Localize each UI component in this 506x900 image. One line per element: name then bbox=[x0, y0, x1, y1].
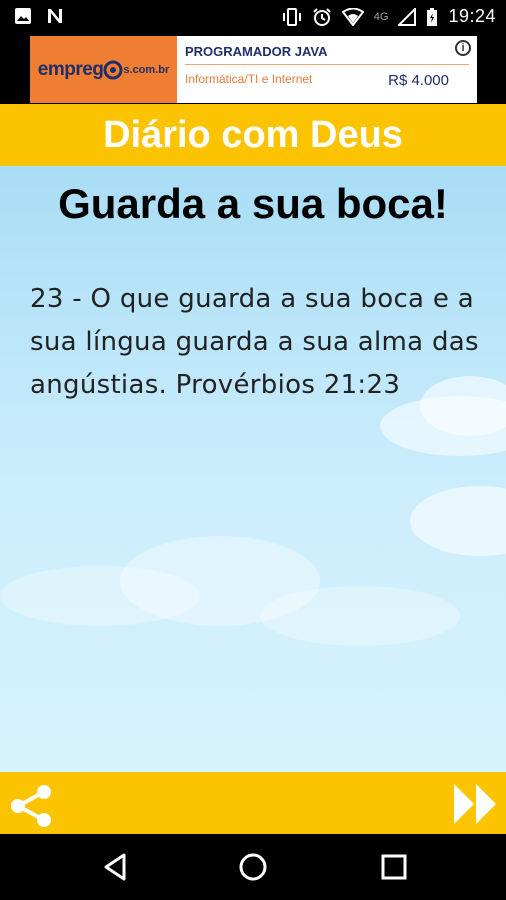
app-header: Diário com Deus bbox=[0, 104, 506, 166]
ad-banner[interactable]: empreg s.com.br PROGRAMADOR JAVA Informá… bbox=[0, 34, 506, 104]
verse-text: 23 - O que guarda a sua boca e a sua lín… bbox=[30, 284, 479, 400]
devotional-title: Guarda a sua boca! bbox=[58, 180, 448, 227]
back-icon[interactable] bbox=[100, 851, 132, 883]
network-type-label: 4G bbox=[373, 10, 389, 23]
share-icon[interactable] bbox=[8, 784, 56, 828]
vibrate-icon bbox=[282, 7, 301, 26]
cloud-decoration bbox=[260, 586, 460, 646]
battery-icon bbox=[427, 7, 438, 26]
fast-forward-icon[interactable] bbox=[452, 782, 500, 826]
system-nav-bar bbox=[0, 834, 506, 900]
ad-divider bbox=[185, 64, 469, 65]
ad-info-icon[interactable]: i bbox=[455, 40, 471, 56]
devotional-content: Guarda a sua boca! 23 - O que guarda a s… bbox=[0, 166, 506, 772]
image-icon bbox=[15, 8, 31, 24]
home-icon[interactable] bbox=[237, 851, 269, 883]
ad-logo[interactable]: empreg s.com.br bbox=[30, 36, 177, 103]
action-bar bbox=[0, 772, 506, 834]
wifi-icon bbox=[341, 7, 364, 26]
recents-icon[interactable] bbox=[378, 851, 410, 883]
ad-price: R$ 4.000 bbox=[388, 72, 449, 89]
app-title: Diário com Deus bbox=[103, 113, 403, 156]
signal-icon bbox=[398, 7, 417, 26]
ad-title: PROGRAMADOR JAVA bbox=[185, 44, 328, 59]
ad-text-area[interactable]: PROGRAMADOR JAVA Informática/TI e Intern… bbox=[177, 36, 477, 103]
ad-logo-suffix: s.com.br bbox=[123, 63, 170, 76]
clock: 19:24 bbox=[448, 6, 496, 26]
status-bar: 4G 19:24 bbox=[0, 0, 506, 34]
ad-content[interactable]: empreg s.com.br PROGRAMADOR JAVA Informá… bbox=[30, 36, 477, 103]
eye-logo-icon bbox=[103, 60, 123, 79]
n-icon bbox=[48, 9, 62, 23]
ad-logo-text: empreg bbox=[37, 58, 104, 80]
ad-subtitle: Informática/TI e Internet bbox=[185, 72, 313, 86]
cloud-decoration bbox=[410, 486, 506, 556]
alarm-icon bbox=[313, 7, 331, 26]
